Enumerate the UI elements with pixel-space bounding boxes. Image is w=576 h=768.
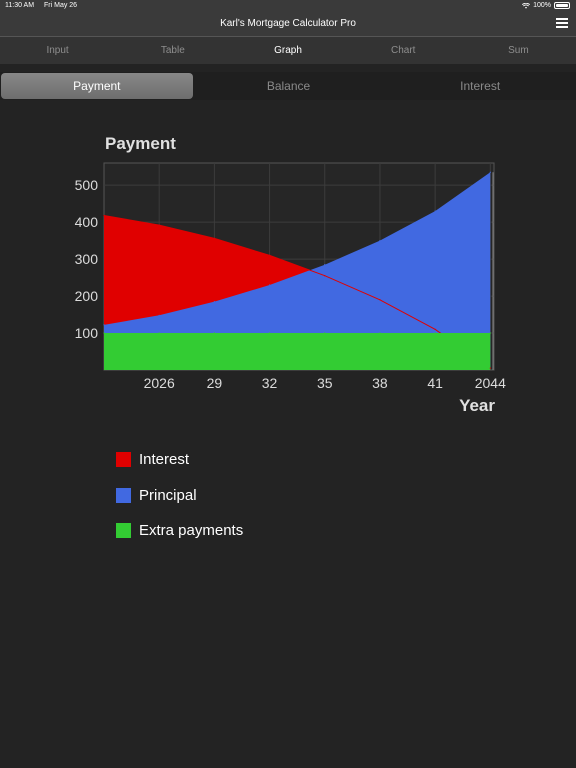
data-point-principal <box>434 210 436 212</box>
legend-item-principal: Principal <box>116 478 243 514</box>
data-point-principal <box>324 264 326 266</box>
data-point-principal <box>489 171 491 173</box>
x-tick-label: 29 <box>207 375 223 391</box>
x-axis-title: Year <box>459 396 495 415</box>
y-tick-label: 100 <box>75 325 99 341</box>
data-point-extra-payments <box>489 332 491 334</box>
y-tick-label: 500 <box>75 177 99 193</box>
data-point-extra-payments <box>379 332 381 334</box>
legend-item-interest: Interest <box>116 442 243 478</box>
legend-swatch-interest <box>116 452 131 468</box>
data-point-interest <box>268 254 271 257</box>
legend-label-principal: Principal <box>139 486 197 504</box>
data-point-principal <box>268 284 271 286</box>
data-point-extra-payments <box>103 332 105 334</box>
x-tick-label: 2044 <box>475 375 506 391</box>
data-point-interest <box>213 237 215 240</box>
data-point-interest <box>379 299 381 301</box>
legend-swatch-extra-payments <box>116 523 131 539</box>
data-point-interest <box>158 224 160 226</box>
x-tick-label: 32 <box>262 375 278 391</box>
payment-chart: 100 200 300 400 500 2026 29 32 35 38 41 2044 <box>75 162 506 391</box>
legend-swatch-principal <box>116 487 131 503</box>
data-point-extra-payments <box>213 332 215 334</box>
data-point-principal <box>103 324 105 326</box>
data-point-interest <box>489 367 491 369</box>
legend-label-extra-payments: Extra payments <box>139 522 244 540</box>
data-point-extra-payments <box>158 332 160 334</box>
data-point-principal <box>379 240 381 242</box>
x-tick-label: 35 <box>317 375 333 391</box>
y-tick-label: 400 <box>75 214 99 230</box>
legend-label-interest: Interest <box>139 451 190 469</box>
data-point-extra-payments <box>434 332 436 334</box>
data-point-interest <box>103 214 105 217</box>
legend-item-extra-payments: Extra payments <box>116 513 243 549</box>
y-tick-label: 200 <box>75 288 99 304</box>
y-tick-label: 300 <box>75 251 99 267</box>
data-point-principal <box>213 301 215 303</box>
data-point-interest <box>434 328 436 330</box>
x-tick-label: 41 <box>427 375 443 391</box>
data-point-principal <box>158 314 160 316</box>
x-tick-label: 38 <box>372 375 388 391</box>
data-point-extra-payments <box>324 332 326 334</box>
data-point-interest <box>324 275 326 277</box>
data-point-extra-payments <box>268 332 271 334</box>
x-tick-label: 2026 <box>144 375 175 391</box>
chart-legend: Interest Principal Extra payments <box>116 442 243 549</box>
series-extra-payments-area <box>104 333 491 370</box>
